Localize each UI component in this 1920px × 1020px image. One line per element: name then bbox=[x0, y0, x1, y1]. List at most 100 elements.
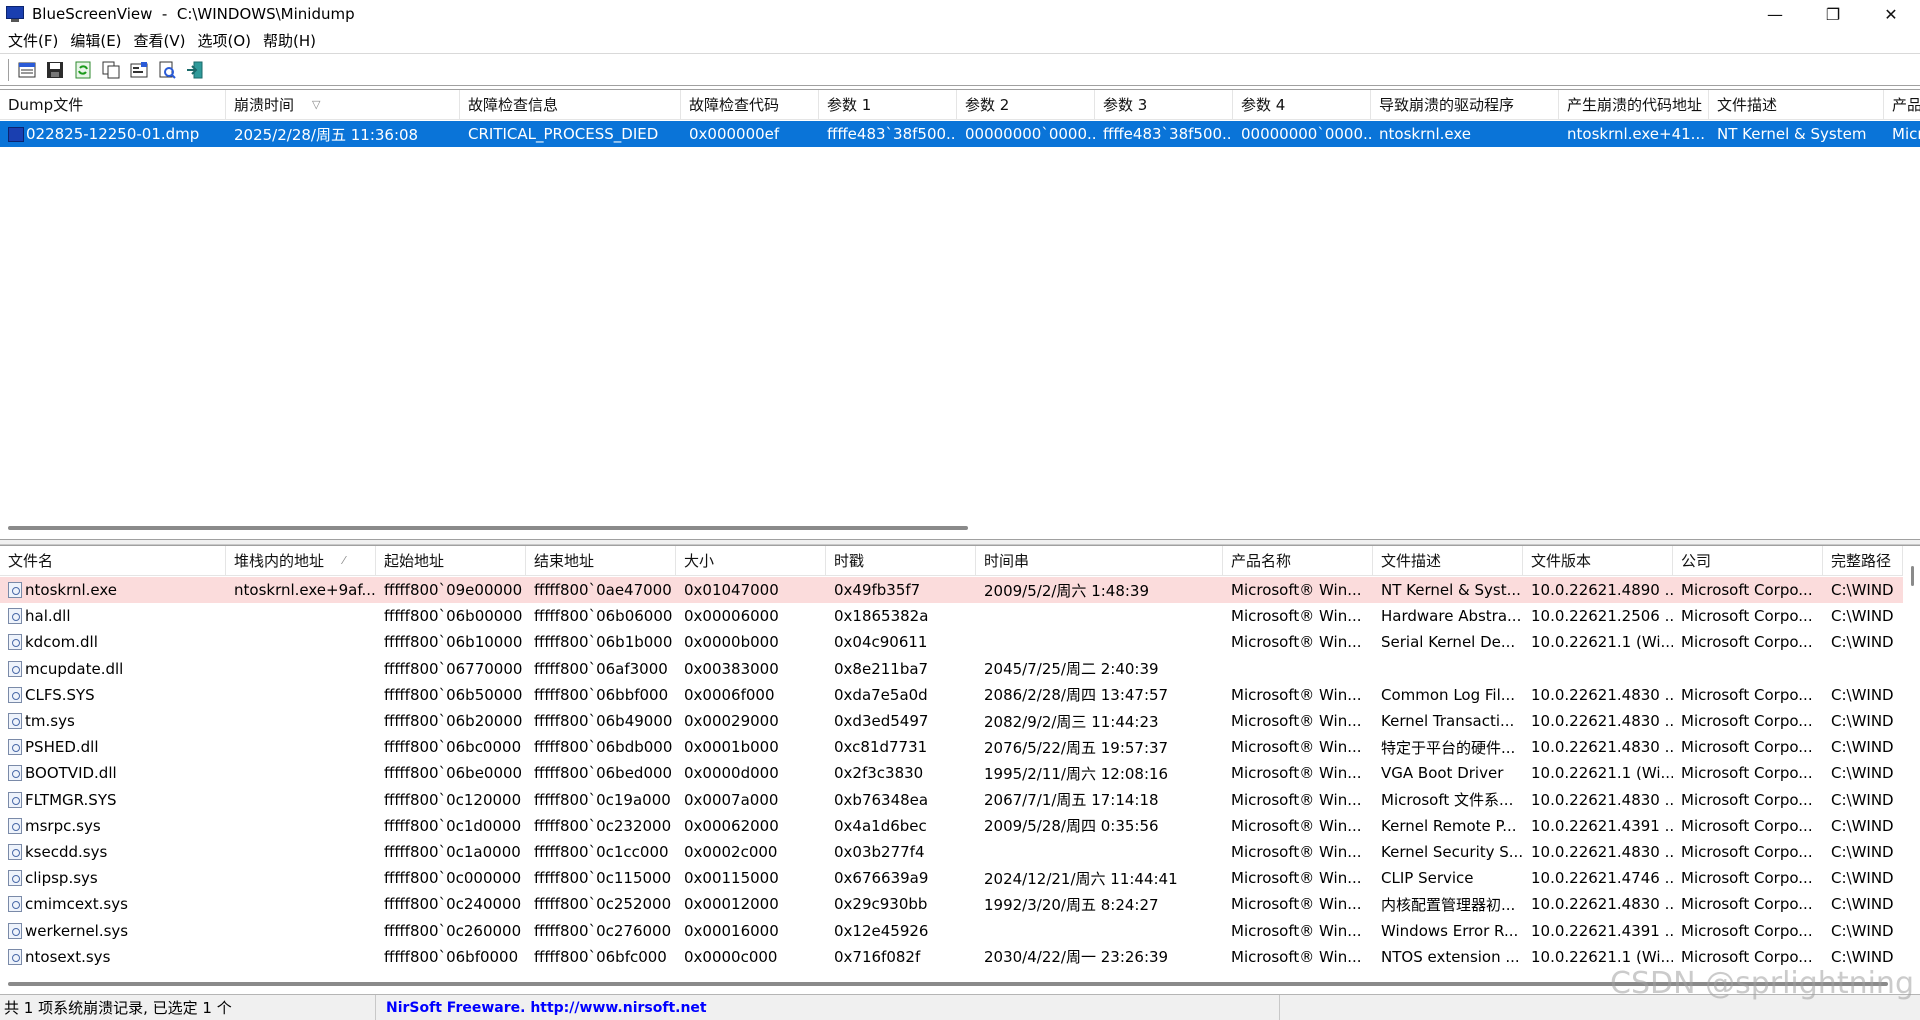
html-report-icon[interactable] bbox=[15, 58, 39, 82]
cell-file-description: 内核配置管理器初... bbox=[1381, 895, 1516, 914]
menu-help[interactable]: 帮助(H) bbox=[259, 30, 324, 51]
cell-file-description: 特定于平台的硬件... bbox=[1381, 738, 1516, 757]
nirsoft-link[interactable]: NirSoft Freeware. http://www.nirsoft.net bbox=[380, 1000, 707, 1016]
scrollbar-thumb[interactable] bbox=[1911, 566, 1914, 586]
driver-row[interactable]: CLFS.SYS fffff800`06b50000 fffff800`06bbf0… bbox=[0, 682, 1903, 708]
driver-row[interactable]: ksecdd.sys fffff800`0c1a0000 fffff800`0c1c… bbox=[0, 839, 1903, 865]
column-size[interactable]: 大小 bbox=[676, 546, 826, 576]
cell-to-address: fffff800`06bed000 bbox=[534, 764, 673, 783]
driver-row[interactable]: clipsp.sys fffff800`0c000000 fffff800`0c11… bbox=[0, 865, 1903, 891]
driver-row[interactable]: BOOTVID.dll fffff800`06be0000 fffff800`06b… bbox=[0, 760, 1903, 786]
column-to-address[interactable]: 结束地址 bbox=[526, 546, 676, 576]
cell-company: Microsoft Corpo... bbox=[1681, 842, 1813, 861]
column-dump-file[interactable]: Dump文件 bbox=[0, 90, 226, 120]
menu-file[interactable]: 文件(F) bbox=[4, 30, 66, 51]
column-param-3[interactable]: 参数 3 bbox=[1095, 90, 1233, 120]
cell-time-string: 2067/7/1/周五 17:14:18 bbox=[984, 791, 1159, 810]
refresh-icon[interactable] bbox=[71, 58, 95, 82]
cell-to-address: fffff800`0c19a000 bbox=[534, 790, 671, 809]
cell-filename: cmimcext.sys bbox=[0, 891, 226, 917]
cell-timestamp: 0x716f082f bbox=[834, 947, 921, 966]
exit-icon[interactable] bbox=[183, 58, 207, 82]
cell-size: 0x00029000 bbox=[684, 712, 779, 731]
find-icon[interactable] bbox=[155, 58, 179, 82]
cell-filename: BOOTVID.dll bbox=[0, 760, 226, 786]
column-company[interactable]: 公司 bbox=[1673, 546, 1823, 576]
cell-filename: hal.dll bbox=[0, 603, 226, 629]
cell-timestamp: 0x8e211ba7 bbox=[834, 659, 929, 678]
cell-to-address: fffff800`06b06000 bbox=[534, 607, 673, 626]
menu-view[interactable]: 查看(V) bbox=[130, 30, 194, 51]
driver-row[interactable]: cmimcext.sys fffff800`0c240000 fffff800`0c… bbox=[0, 891, 1903, 917]
driver-list-rows: ntoskrnl.exe ntoskrnl.exe+9af... fffff800`… bbox=[0, 577, 1903, 970]
cell-to-address: fffff800`06bfc000 bbox=[534, 947, 667, 966]
column-file-description[interactable]: 文件描述 bbox=[1373, 546, 1523, 576]
column-time-string[interactable]: 时间串 bbox=[976, 546, 1223, 576]
cell-company bbox=[1673, 656, 1823, 682]
cell-file-version: 10.0.22621.4391 ... bbox=[1531, 816, 1673, 835]
copy-icon[interactable] bbox=[99, 58, 123, 82]
menu-options[interactable]: 选项(O) bbox=[194, 30, 260, 51]
save-icon[interactable] bbox=[43, 58, 67, 82]
cell-address-in-stack bbox=[226, 734, 376, 760]
cell-size: 0x00006000 bbox=[684, 607, 779, 626]
cell-address-in-stack bbox=[226, 760, 376, 786]
column-bugcheck-code[interactable]: 故障检查代码 bbox=[681, 90, 819, 120]
driver-list-vscrollbar[interactable] bbox=[1906, 546, 1920, 978]
driver-file-icon bbox=[8, 739, 22, 756]
column-param-4[interactable]: 参数 4 bbox=[1233, 90, 1371, 120]
driver-row[interactable]: FLTMGR.SYS fffff800`0c120000 fffff800`0c19… bbox=[0, 787, 1903, 813]
crash-list-rows: 022825-12250-01.dmp 2025/2/28/周五 11:36:0… bbox=[0, 121, 1920, 148]
cell-company: Microsoft Corpo... bbox=[1681, 607, 1813, 626]
driver-row[interactable]: msrpc.sys fffff800`0c1d0000 fffff800`0c232… bbox=[0, 813, 1903, 839]
close-button[interactable]: ✕ bbox=[1862, 0, 1920, 28]
cell-size: 0x0007a000 bbox=[684, 790, 779, 809]
driver-row[interactable]: tm.sys fffff800`06b20000 fffff800`06b49000… bbox=[0, 708, 1903, 734]
driver-row[interactable]: mcupdate.dll fffff800`06770000 fffff800`06… bbox=[0, 656, 1903, 682]
scrollbar-thumb[interactable] bbox=[8, 982, 1888, 986]
cell-company: Microsoft Corpo... bbox=[1681, 895, 1813, 914]
cell-time-string bbox=[976, 839, 1223, 865]
column-crash-time[interactable]: 崩溃时间 ▽ bbox=[226, 90, 460, 120]
crash-row[interactable]: 022825-12250-01.dmp 2025/2/28/周五 11:36:0… bbox=[0, 121, 1920, 148]
cell-size: 0x0006f000 bbox=[684, 685, 775, 704]
column-product[interactable]: 产品 bbox=[1884, 90, 1920, 120]
cell-address-in-stack bbox=[226, 891, 376, 917]
column-file-description[interactable]: 文件描述 bbox=[1709, 90, 1884, 120]
column-full-path[interactable]: 完整路径 bbox=[1823, 546, 1903, 576]
column-timestamp[interactable]: 时戳 bbox=[826, 546, 976, 576]
crash-list-hscrollbar[interactable] bbox=[0, 522, 1920, 534]
cell-file-version: 10.0.22621.4890 ... bbox=[1531, 581, 1673, 600]
driver-row[interactable]: werkernel.sys fffff800`0c260000 fffff800`0… bbox=[0, 917, 1903, 943]
driver-row[interactable]: PSHED.dll fffff800`06bc0000 fffff800`06bdb… bbox=[0, 734, 1903, 760]
driver-row[interactable]: ntoskrnl.exe ntoskrnl.exe+9af... fffff800`… bbox=[0, 577, 1903, 604]
driver-file-icon bbox=[8, 896, 22, 913]
cell-file-version: 10.0.22621.1 (Wi... bbox=[1531, 633, 1673, 652]
driver-file-icon bbox=[8, 948, 22, 965]
column-param-1[interactable]: 参数 1 bbox=[819, 90, 957, 120]
column-filename[interactable]: 文件名 bbox=[0, 546, 226, 576]
cell-time-string: 2086/2/28/周四 13:47:57 bbox=[984, 686, 1169, 705]
cell-time-string: 2009/5/2/周六 1:48:39 bbox=[984, 581, 1150, 600]
column-bugcheck-string[interactable]: 故障检查信息 bbox=[460, 90, 681, 120]
properties-icon[interactable] bbox=[127, 58, 151, 82]
cell-product-name: Microsoft® Win... bbox=[1231, 607, 1362, 626]
minimize-button[interactable]: — bbox=[1746, 0, 1804, 28]
cell-full-path: C:\WIND bbox=[1831, 712, 1894, 731]
column-file-version[interactable]: 文件版本 bbox=[1523, 546, 1673, 576]
scrollbar-thumb[interactable] bbox=[8, 526, 968, 530]
driver-row[interactable]: kdcom.dll fffff800`06b10000 fffff800`06b1b… bbox=[0, 629, 1903, 655]
driver-row[interactable]: hal.dll fffff800`06b00000 fffff800`06b0600… bbox=[0, 603, 1903, 629]
column-caused-by-address[interactable]: 产生崩溃的代码地址 bbox=[1559, 90, 1709, 120]
menu-edit[interactable]: 编辑(E) bbox=[66, 30, 129, 51]
column-address-in-stack[interactable]: 堆栈内的地址 ⁄ bbox=[226, 546, 376, 576]
driver-file-icon bbox=[8, 660, 22, 677]
column-param-2[interactable]: 参数 2 bbox=[957, 90, 1095, 120]
maximize-button[interactable]: ❐ bbox=[1804, 0, 1862, 28]
column-from-address[interactable]: 起始地址 bbox=[376, 546, 526, 576]
watermark: CSDN @sprlightning bbox=[1610, 966, 1914, 1001]
column-caused-by-driver[interactable]: 导致崩溃的驱动程序 bbox=[1371, 90, 1559, 120]
column-product-name[interactable]: 产品名称 bbox=[1223, 546, 1373, 576]
cell-full-path: C:\WIND bbox=[1831, 633, 1894, 652]
cell-product-name: Microsoft® Win... bbox=[1231, 947, 1362, 966]
